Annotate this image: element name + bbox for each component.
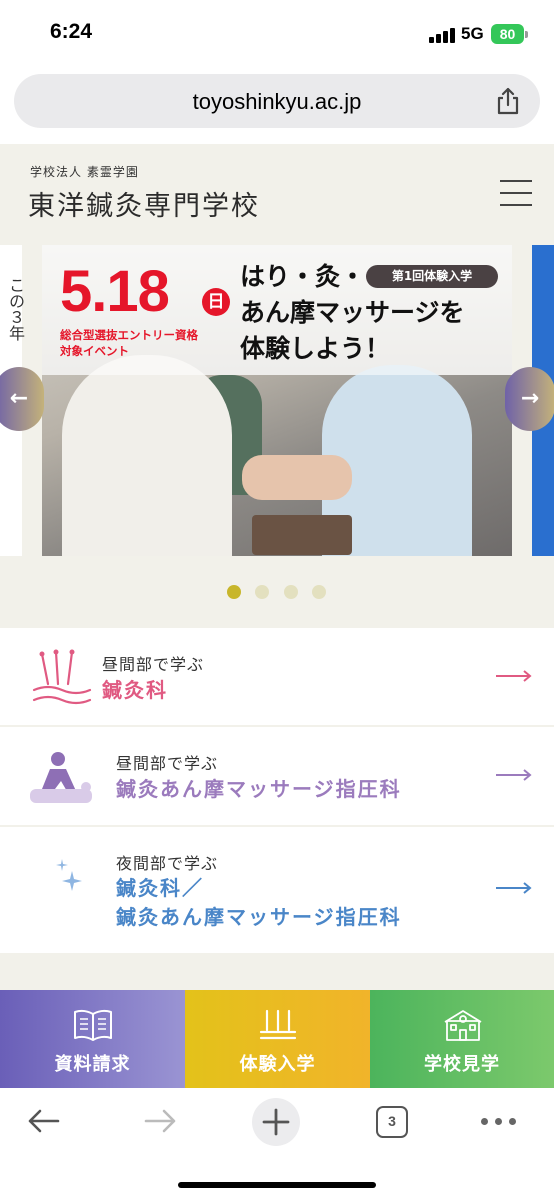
school-tour-button[interactable]: 学校見学 bbox=[370, 990, 554, 1088]
carousel-next-button[interactable]: → bbox=[505, 367, 554, 431]
signal-icon bbox=[429, 27, 455, 43]
carousel-dot[interactable] bbox=[312, 585, 326, 599]
back-arrow-icon[interactable] bbox=[26, 1106, 62, 1136]
photo-person bbox=[62, 355, 232, 556]
browser-address-area: toyoshinkyu.ac.jp bbox=[0, 66, 554, 144]
course-sub: 昼間部で学ぶ bbox=[116, 754, 219, 773]
network-label: 5G bbox=[461, 24, 484, 43]
request-brochure-button[interactable]: 資料請求 bbox=[0, 990, 185, 1088]
book-icon bbox=[74, 1009, 112, 1041]
event-date: 5.18 bbox=[60, 259, 170, 324]
course-title: 鍼灸科 bbox=[102, 678, 168, 702]
hamburger-menu-icon[interactable] bbox=[500, 180, 532, 206]
course-link-acupuncture[interactable]: 昼間部で学ぶ 鍼灸科 bbox=[0, 628, 554, 725]
carousel-slide[interactable]: 5.18 日 総合型選抜エントリー資格 対象イベント 第1回体験入学 はり・灸・… bbox=[42, 245, 512, 556]
event-description: 総合型選抜エントリー資格 対象イベント bbox=[60, 327, 198, 359]
share-icon[interactable] bbox=[494, 86, 522, 116]
cta-label: 資料請求 bbox=[54, 1054, 131, 1075]
carousel-dot[interactable] bbox=[255, 585, 269, 599]
course-sub: 夜間部で学ぶ bbox=[116, 854, 219, 873]
moon-stars-icon bbox=[41, 859, 82, 912]
school-logo-text[interactable]: 東洋鍼灸専門学校 bbox=[28, 184, 260, 223]
new-tab-button[interactable] bbox=[252, 1098, 300, 1146]
course-title: 鍼灸科／ bbox=[116, 876, 204, 900]
carousel-prev-button[interactable]: ← bbox=[0, 367, 44, 431]
address-bar[interactable]: toyoshinkyu.ac.jp bbox=[14, 74, 540, 128]
battery-icon: 80 bbox=[491, 24, 528, 44]
headline-line-1: はり・灸・ bbox=[240, 262, 366, 291]
tab-switcher-button[interactable]: 3 bbox=[376, 1106, 408, 1138]
arrow-right-icon bbox=[496, 670, 532, 682]
status-bar: 6:24 5G 80 bbox=[0, 0, 554, 66]
photo-hands bbox=[242, 455, 352, 500]
headline-line-3: 体験しよう！ bbox=[240, 334, 391, 363]
event-day-badge: 日 bbox=[202, 288, 230, 316]
course-sub: 昼間部で学ぶ bbox=[102, 655, 205, 674]
acupuncture-needles-icon bbox=[32, 649, 92, 705]
school-building-icon bbox=[444, 1010, 482, 1041]
url-text[interactable]: toyoshinkyu.ac.jp bbox=[14, 89, 540, 115]
status-time: 6:24 bbox=[50, 20, 93, 43]
hero-carousel: この３年 5.18 日 総合型選抜エントリー資格 対象イベント 第1回体験入学 … bbox=[0, 239, 554, 624]
course-link-evening[interactable]: 夜間部で学ぶ 鍼灸科／ 鍼灸あん摩マッサージ指圧科 bbox=[0, 827, 554, 953]
course-title: 鍼灸あん摩マッサージ指圧科 bbox=[116, 777, 402, 801]
carousel-dot[interactable] bbox=[284, 585, 298, 599]
massage-icon bbox=[30, 752, 92, 803]
headline-line-2: あん摩マッサージを bbox=[240, 298, 465, 327]
event-line-2: 対象イベント bbox=[60, 344, 129, 358]
carousel-pagination bbox=[227, 585, 327, 599]
browser-toolbar: 3 bbox=[0, 1088, 554, 1200]
course-title-line-2: 鍼灸あん摩マッサージ指圧科 bbox=[116, 905, 402, 929]
arrow-right-icon bbox=[496, 882, 532, 894]
slide-headline: はり・灸・ あん摩マッサージを 体験しよう！ bbox=[240, 259, 465, 367]
event-line-1: 総合型選抜エントリー資格 bbox=[60, 328, 198, 342]
prev-slide-text: この３年 bbox=[6, 277, 25, 341]
photo-tray bbox=[252, 515, 352, 555]
plus-icon bbox=[262, 1108, 290, 1136]
forward-arrow-icon[interactable] bbox=[142, 1106, 178, 1136]
needles-icon bbox=[259, 1009, 297, 1040]
site-header: 学校法人 素霊学園 東洋鍼灸専門学校 bbox=[0, 144, 554, 239]
arrow-right-icon bbox=[496, 769, 532, 781]
home-indicator bbox=[178, 1182, 376, 1188]
open-campus-button[interactable]: 体験入学 bbox=[185, 990, 370, 1088]
school-corporation-name: 学校法人 素霊学園 bbox=[30, 165, 139, 179]
cta-label: 体験入学 bbox=[239, 1054, 316, 1075]
carousel-dot[interactable] bbox=[227, 585, 241, 599]
cta-label: 学校見学 bbox=[424, 1054, 500, 1075]
course-link-acupuncture-massage[interactable]: 昼間部で学ぶ 鍼灸あん摩マッサージ指圧科 bbox=[0, 727, 554, 825]
more-options-icon[interactable] bbox=[481, 1118, 517, 1126]
